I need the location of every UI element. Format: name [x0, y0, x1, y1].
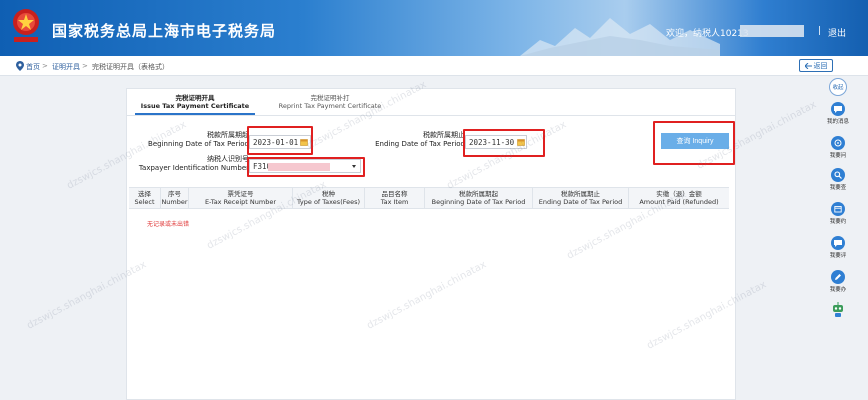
results-table-header: 选择 Select 序号 Number 票凭证号 E-Tax Receipt Numb… [129, 187, 729, 209]
back-button[interactable]: 返回 [799, 59, 833, 72]
sidebar-item-handle[interactable]: 我要办 [818, 270, 858, 293]
question-icon [831, 136, 845, 150]
redacted-taxpayer-id [740, 25, 804, 37]
sidebar-item-ask[interactable]: 我要问 [818, 136, 858, 159]
tin-label-en: Taxpayer Identification Number [138, 164, 249, 172]
inquiry-button[interactable]: 查询 Inquiry [661, 133, 729, 149]
tab-issue-label-cn: 完税证明开具 [175, 94, 215, 102]
breadcrumb: 首页 > 证明开具 > 完税证明开具（表格式） 返回 [0, 56, 868, 76]
tab-reprint-label-en: Reprint Tax Payment Certificate [278, 102, 382, 110]
location-pin-icon [16, 61, 24, 71]
th-tax-item: 品目名称 Tax Item [365, 188, 425, 208]
th-end-date: 税款所属期止 Ending Date of Tax Period [533, 188, 629, 208]
breadcrumb-home[interactable]: 首页 [26, 62, 40, 72]
tab-issue-label-en: Issue Tax Payment Certificate [140, 102, 250, 110]
robot-assistant-icon [833, 302, 843, 317]
th-number: 序号 Number [161, 188, 189, 208]
sidebar-item-messages[interactable]: 我的消息 [818, 102, 858, 125]
tin-label: 纳税人识别号 Taxpayer Identification Number [131, 155, 249, 173]
tab-reprint-label-cn: 完税证明补打 [310, 94, 350, 102]
th-receipt-number: 票凭证号 E-Tax Receipt Number [189, 188, 293, 208]
main-panel: 完税证明开具 Issue Tax Payment Certificate 完税证… [126, 88, 736, 400]
chevron-down-icon [352, 165, 356, 168]
breadcrumb-separator: > [42, 62, 48, 70]
right-toolbar: 收起 我的消息 我要问 我要查 我要约 我要评 我要办 [818, 76, 858, 326]
no-records-message: 无记录或未出错 [147, 221, 190, 228]
calendar-icon[interactable] [300, 138, 308, 146]
tab-reprint-certificate[interactable]: 完税证明补打 Reprint Tax Payment Certificate [265, 94, 395, 110]
logout-link[interactable]: 退出 [828, 26, 846, 39]
tin-select[interactable]: F310 [249, 159, 361, 173]
tax-emblem-logo [13, 9, 39, 42]
begin-date-label-en: Beginning Date of Tax Period [148, 140, 249, 148]
sidebar-item-search[interactable]: 我要查 [818, 168, 858, 191]
sidebar-item-appointment[interactable]: 我要约 [818, 202, 858, 225]
end-date-label: 税款所属期止 Ending Date of Tax Period [347, 131, 465, 149]
top-header: 国家税务总局上海市电子税务局 欢迎，纳税人10213 | 退出 [0, 0, 868, 56]
welcome-text: 欢迎，纳税人10213 [666, 29, 749, 39]
back-label: 返回 [813, 61, 828, 70]
edit-icon [831, 270, 845, 284]
robot-assistant-button[interactable] [818, 302, 858, 320]
tab-issue-certificate[interactable]: 完税证明开具 Issue Tax Payment Certificate [135, 94, 255, 110]
th-begin-date: 税款所属期起 Beginning Date of Tax Period [425, 188, 533, 208]
search-icon [831, 168, 845, 182]
collapse-toolbar-button[interactable]: 收起 [818, 78, 858, 96]
begin-date-value: 2023-01-01 [253, 137, 299, 147]
sidebar-label: 我要查 [829, 185, 847, 191]
back-arrow-icon [804, 62, 812, 69]
breadcrumb-current: 完税证明开具（表格式） [92, 63, 169, 71]
redacted-tin [268, 163, 330, 171]
sidebar-label: 我的消息 [826, 119, 849, 125]
breadcrumb-separator: > [82, 62, 88, 70]
calendar-icon[interactable] [517, 138, 525, 146]
end-date-label-en: Ending Date of Tax Period [375, 140, 465, 148]
end-date-value: 2023-11-30 [469, 137, 515, 147]
tab-divider [127, 115, 735, 116]
rate-icon [831, 236, 845, 250]
sidebar-label: 我要评 [829, 253, 847, 259]
site-title: 国家税务总局上海市电子税务局 [52, 22, 277, 40]
sidebar-label: 我要办 [829, 287, 847, 293]
header-separator: | [818, 26, 822, 36]
sidebar-item-rate[interactable]: 我要评 [818, 236, 858, 259]
sidebar-label: 我要问 [829, 153, 847, 159]
appointment-icon [831, 202, 845, 216]
begin-date-label: 税款所属期起 Beginning Date of Tax Period [131, 131, 249, 149]
begin-date-label-cn: 税款所属期起 [207, 131, 249, 139]
tin-label-cn: 纳税人识别号 [207, 155, 249, 163]
th-select: 选择 Select [129, 188, 161, 208]
breadcrumb-certificate[interactable]: 证明开具 [52, 62, 80, 72]
th-amount: 实缴（退）金额 Amount Paid (Refunded) [639, 190, 719, 206]
collapse-label: 收起 [829, 78, 847, 96]
end-date-label-cn: 税款所属期止 [423, 131, 465, 139]
th-tax-type: 税种 Type of Taxes(Fees) [293, 188, 365, 208]
sidebar-label: 我要约 [829, 219, 847, 225]
message-icon [831, 102, 845, 116]
